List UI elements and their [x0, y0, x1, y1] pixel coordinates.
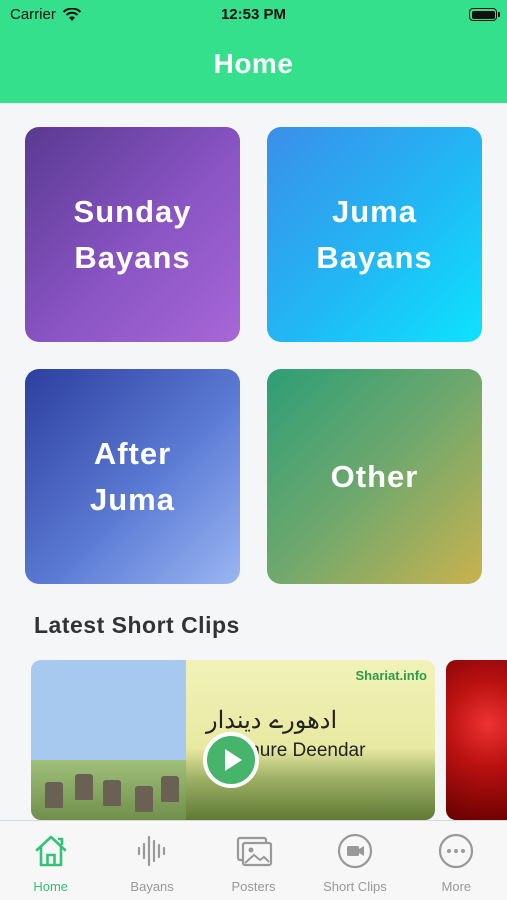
waveform-icon	[138, 835, 166, 867]
tree-stump	[161, 776, 179, 802]
category-sunday-bayans[interactable]: Sunday Bayans	[25, 127, 240, 342]
clip-card[interactable]	[446, 660, 507, 820]
more-icon	[439, 833, 474, 869]
category-after-juma[interactable]: After Juma	[25, 369, 240, 584]
clip-thumbnail-field	[31, 760, 186, 820]
brand-logo: Shariat.info	[355, 668, 427, 683]
section-title-latest-clips: Latest Short Clips	[34, 612, 240, 638]
tab-home-label: Home	[33, 879, 69, 894]
tab-more-label: More	[441, 879, 472, 894]
nav-header: Carrier 12:53 PM Home	[0, 0, 507, 103]
tab-posters-label: Posters	[231, 879, 276, 894]
tab-home[interactable]: Home	[0, 821, 101, 900]
play-icon[interactable]	[203, 732, 259, 788]
tab-posters[interactable]: Posters	[203, 821, 304, 900]
clip-thumbnail-sky	[31, 660, 186, 760]
tree-stump	[103, 780, 121, 806]
tab-more[interactable]: More	[406, 821, 507, 900]
video-icon	[337, 833, 373, 869]
tab-bayans[interactable]: Bayans	[101, 821, 202, 900]
clip-card[interactable]: Shariat.info ادھورے دیندار Adhure Deenda…	[31, 660, 435, 820]
tab-short-clips[interactable]: Short Clips	[304, 821, 405, 900]
tab-short-clips-label: Short Clips	[323, 879, 387, 894]
tree-stump	[135, 786, 153, 812]
status-time: 12:53 PM	[220, 6, 287, 23]
tab-bar: Home Bayans Posters Short Clips More	[0, 820, 507, 900]
tree-stump	[45, 782, 63, 808]
battery-icon	[469, 8, 500, 21]
clip-urdu-title: ادھورے دیندار	[206, 706, 338, 734]
tab-bayans-label: Bayans	[130, 879, 174, 894]
status-bar: Carrier 12:53 PM	[0, 5, 507, 25]
page-title: Home	[213, 48, 294, 79]
home-icon	[35, 835, 67, 867]
category-juma-bayans[interactable]: Juma Bayans	[267, 127, 482, 342]
photos-icon	[236, 836, 272, 867]
tree-stump	[75, 774, 93, 800]
category-other[interactable]: Other	[267, 369, 482, 584]
